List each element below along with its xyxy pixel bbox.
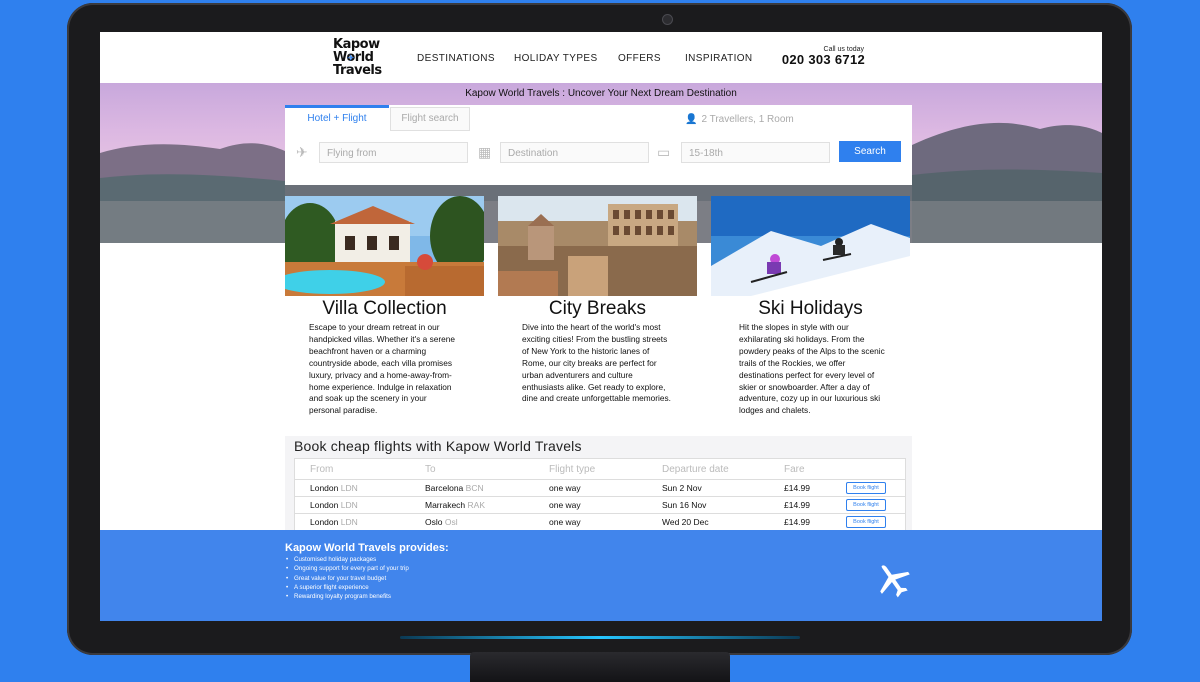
tab-hotel-flight[interactable]: Hotel + Flight [285, 105, 389, 131]
cell-fare: £14.99 [784, 500, 810, 510]
phone-number[interactable]: 020 303 6712 [772, 52, 865, 67]
nav-destinations[interactable]: DESTINATIONS [417, 53, 495, 64]
col-to: To [425, 464, 436, 475]
table-row: London LDN Marrakech RAK one way Sun 16 … [295, 496, 905, 514]
webcam [662, 14, 673, 25]
cell-to: Barcelona BCN [425, 483, 484, 493]
list-item: Great value for your travel budget [285, 574, 409, 584]
hero-tagline: Kapow World Travels : Uncover Your Next … [100, 88, 1102, 99]
city-name: Marrakech [425, 500, 466, 510]
search-button[interactable]: Search [839, 141, 901, 162]
monitor-stand [470, 652, 730, 682]
airport-code: RAK [467, 500, 486, 510]
airport-code: Osl [444, 517, 458, 527]
list-item: Rewarding loyalty program benefits [285, 592, 409, 602]
villa-image[interactable] [285, 196, 484, 296]
travellers-label: 2 Travellers, 1 Room [701, 114, 794, 125]
footer-title: Kapow World Travels provides: [285, 542, 449, 554]
list-item: Customised holiday packages [285, 555, 409, 565]
city-name: London [310, 500, 339, 510]
airplane-icon [880, 565, 910, 598]
cell-to: Oslo Osl [425, 517, 458, 527]
city-name: Oslo [425, 517, 443, 527]
search-box: Hotel + Flight Flight search 👤 2 Travelle… [285, 105, 912, 185]
cell-date: Sun 16 Nov [662, 500, 707, 510]
flights-panel: Book cheap flights with Kapow World Trav… [285, 436, 912, 540]
city-name: London [310, 517, 339, 527]
nav-holiday-types[interactable]: HOLIDAY TYPES [514, 53, 598, 64]
col-flight-type: Flight type [549, 464, 596, 475]
airport-code: BCN [465, 483, 484, 493]
site-header: Kapow World Travels ✈ DESTINATIONS HOLID… [100, 32, 1102, 83]
logo[interactable]: Kapow World Travels ✈ [333, 38, 389, 77]
brand-name: Kapow World Travels [465, 88, 560, 99]
nav-offers[interactable]: OFFERS [618, 53, 661, 64]
card-title-city[interactable]: City Breaks [498, 298, 697, 320]
card-desc-ski: Hit the slopes in style with our exhilar… [739, 322, 885, 416]
site-footer: Kapow World Travels provides: Customised… [100, 530, 1102, 621]
travellers-selector[interactable]: 👤 2 Travellers, 1 Room [685, 114, 794, 125]
cell-type: one way [549, 500, 581, 510]
flying-from-input[interactable]: Flying from [319, 142, 468, 163]
list-item: A superior flight experience [285, 583, 409, 593]
card-desc-city: Dive into the heart of the world's most … [522, 322, 671, 404]
book-flight-button[interactable]: Book flight [846, 482, 886, 494]
logo-line: Travels [333, 63, 382, 78]
nav-inspiration[interactable]: INSPIRATION [685, 53, 753, 64]
book-flight-button[interactable]: Book flight [846, 499, 886, 511]
city-image[interactable] [498, 196, 697, 296]
benefits-list: Customised holiday packages Ongoing supp… [285, 555, 409, 602]
airport-code: LDN [340, 500, 358, 510]
card-title-villa[interactable]: Villa Collection [285, 298, 484, 320]
list-item: Ongoing support for every part of your t… [285, 564, 409, 574]
cell-from: London LDN [310, 517, 358, 527]
tagline-text: : Uncover Your Next Dream Destination [559, 88, 737, 99]
destination-input[interactable]: Destination [500, 142, 649, 163]
hotel-icon: ▦ [478, 144, 492, 160]
cell-date: Wed 20 Dec [662, 517, 709, 527]
flights-table: From To Flight type Departure date Fare … [294, 458, 906, 540]
airport-code: LDN [340, 517, 358, 527]
flights-heading: Book cheap flights with Kapow World Trav… [294, 438, 582, 454]
cell-fare: £14.99 [784, 517, 810, 527]
cell-from: London LDN [310, 483, 358, 493]
cell-type: one way [549, 483, 581, 493]
ski-image[interactable] [711, 196, 910, 296]
card-desc-villa: Escape to your dream retreat in our hand… [309, 322, 455, 416]
logo-plane-icon: ✈ [347, 54, 355, 64]
card-title-ski[interactable]: Ski Holidays [711, 298, 910, 320]
cell-from: London LDN [310, 500, 358, 510]
table-row: London LDN Barcelona BCN one way Sun 2 N… [295, 479, 905, 497]
col-fare: Fare [784, 464, 805, 475]
calendar-icon: ▭ [657, 144, 671, 160]
website-screen: Kapow World Travels ✈ DESTINATIONS HOLID… [100, 32, 1102, 621]
city-name: Barcelona [425, 483, 464, 493]
city-name: London [310, 483, 339, 493]
cell-fare: £14.99 [784, 483, 810, 493]
table-row: London LDN Oslo Osl one way Wed 20 Dec £… [295, 513, 905, 531]
monitor-glow [400, 636, 800, 639]
dates-input[interactable]: 15-18th [681, 142, 830, 163]
col-from: From [310, 464, 334, 475]
col-departure-date: Departure date [662, 464, 729, 475]
person-icon: 👤 [685, 114, 698, 125]
cell-date: Sun 2 Nov [662, 483, 702, 493]
cell-type: one way [549, 517, 581, 527]
tab-flight-search[interactable]: Flight search [390, 107, 470, 131]
plane-departure-icon: ✈ [296, 144, 308, 160]
cell-to: Marrakech RAK [425, 500, 485, 510]
airport-code: LDN [340, 483, 358, 493]
book-flight-button[interactable]: Book flight [846, 516, 886, 528]
